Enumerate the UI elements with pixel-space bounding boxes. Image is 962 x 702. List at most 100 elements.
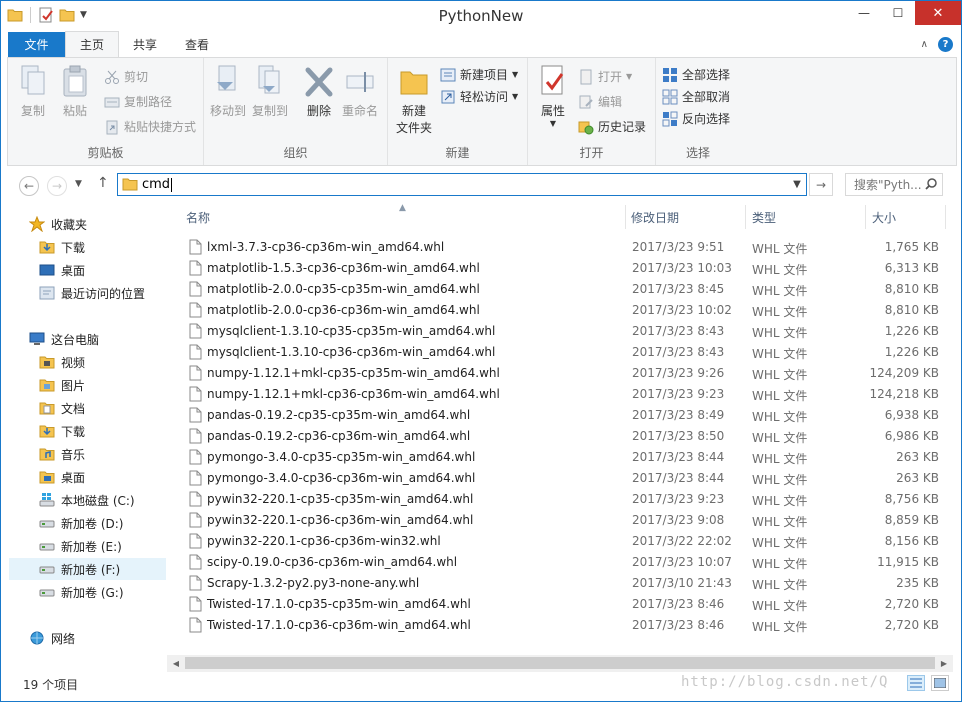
copy-path-button[interactable]: 复制路径 (104, 93, 172, 110)
file-name: matplotlib-1.5.3-cp36-cp36m-win_amd64.wh… (207, 261, 480, 275)
table-row[interactable]: pywin32-220.1-cp35-cp35m-win_amd64.whl 2… (167, 489, 953, 510)
folder-icon[interactable] (7, 8, 23, 22)
file-date: 2017/3/23 8:43 (632, 345, 725, 359)
column-divider[interactable] (945, 205, 946, 229)
table-row[interactable]: Scrapy-1.3.2-py2.py3-none-any.whl 2017/3… (167, 573, 953, 594)
properties-icon[interactable] (38, 7, 54, 23)
address-dropdown-icon[interactable]: ▼ (788, 174, 806, 195)
downloads-folder-icon (39, 425, 55, 438)
search-icon[interactable] (924, 177, 938, 191)
desktop-folder-icon (39, 471, 55, 484)
up-arrow-icon[interactable]: ↑ (97, 175, 109, 191)
copy-button[interactable]: 复制 (18, 64, 48, 119)
file-size: 6,986 KB (884, 429, 939, 443)
easy-access-button[interactable]: 轻松访问 ▼ (440, 88, 518, 105)
file-date: 2017/3/23 8:46 (632, 618, 725, 632)
move-to-button[interactable]: 移动到 (210, 64, 246, 119)
sort-ascending-icon: ▲ (399, 203, 406, 213)
item-count: 19 个项目 (23, 678, 79, 692)
table-row[interactable]: pymongo-3.4.0-cp35-cp35m-win_amd64.whl 2… (167, 447, 953, 468)
table-row[interactable]: pywin32-220.1-cp36-cp36m-win32.whl 2017/… (167, 531, 953, 552)
close-button[interactable]: ✕ (915, 1, 961, 25)
table-row[interactable]: matplotlib-1.5.3-cp36-cp36m-win_amd64.wh… (167, 258, 953, 279)
maximize-button[interactable]: ☐ (881, 1, 915, 25)
new-folder-button[interactable]: 新建 文件夹 (396, 64, 432, 136)
forward-button[interactable]: → (47, 176, 67, 196)
new-item-button[interactable]: 新建项目 ▼ (440, 66, 518, 83)
invert-selection-button[interactable]: 反向选择 (662, 110, 730, 127)
search-box[interactable]: 搜索"Pyth... (845, 173, 943, 196)
easy-access-icon (441, 90, 455, 103)
delete-button[interactable]: 删除 (304, 64, 334, 119)
table-row[interactable]: Twisted-17.1.0-cp36-cp36m-win_amd64.whl … (167, 615, 953, 636)
rename-icon (346, 72, 374, 92)
file-icon (189, 302, 202, 318)
column-divider[interactable] (625, 205, 626, 229)
recent-places-icon (39, 286, 55, 300)
address-input[interactable]: cmd (142, 177, 170, 192)
file-icon (189, 596, 202, 612)
file-size: 124,218 KB (869, 387, 939, 401)
large-icons-view-button[interactable] (931, 675, 949, 691)
table-row[interactable]: pymongo-3.4.0-cp36-cp36m-win_amd64.whl 2… (167, 468, 953, 489)
nav-this-pc[interactable]: 这台电脑 (29, 328, 186, 350)
table-row[interactable]: lxml-3.7.3-cp36-cp36m-win_amd64.whl 2017… (167, 237, 953, 258)
table-row[interactable]: matplotlib-2.0.0-cp35-cp35m-win_amd64.wh… (167, 279, 953, 300)
edit-button[interactable]: 编辑 (578, 93, 622, 110)
select-none-button[interactable]: 全部取消 (662, 88, 730, 105)
table-row[interactable]: scipy-0.19.0-cp36-cp36m-win_amd64.whl 20… (167, 552, 953, 573)
table-row[interactable]: numpy-1.12.1+mkl-cp36-cp36m-win_amd64.wh… (167, 384, 953, 405)
table-row[interactable]: pywin32-220.1-cp36-cp36m-win_amd64.whl 2… (167, 510, 953, 531)
column-divider[interactable] (865, 205, 866, 229)
tab-file[interactable]: 文件 (8, 32, 65, 57)
recent-locations-icon[interactable]: ▼ (75, 179, 82, 189)
new-folder-icon[interactable] (59, 8, 75, 22)
nav-network[interactable]: 网络 (29, 627, 186, 649)
nav-drive-f[interactable]: 新加卷 (F:) (9, 558, 166, 580)
tab-home[interactable]: 主页 (65, 31, 120, 57)
history-button[interactable]: 历史记录 (578, 118, 646, 135)
go-button[interactable]: → (809, 173, 833, 196)
properties-button[interactable]: 属性 ▼ (538, 64, 568, 128)
qat-dropdown-icon[interactable]: ▼ (80, 10, 87, 20)
tab-share[interactable]: 共享 (119, 32, 171, 57)
file-date: 2017/3/23 10:03 (632, 261, 732, 275)
table-row[interactable]: matplotlib-2.0.0-cp36-cp36m-win_amd64.wh… (167, 300, 953, 321)
help-icon[interactable]: ? (938, 37, 953, 52)
table-row[interactable]: numpy-1.12.1+mkl-cp35-cp35m-win_amd64.wh… (167, 363, 953, 384)
address-bar[interactable]: cmd ▼ (117, 173, 807, 196)
select-all-button[interactable]: 全部选择 (662, 66, 730, 83)
minimize-button[interactable]: — (847, 1, 881, 25)
table-row[interactable]: mysqlclient-1.3.10-cp35-cp35m-win_amd64.… (167, 321, 953, 342)
rename-button[interactable]: 重命名 (342, 64, 378, 119)
column-divider[interactable] (745, 205, 746, 229)
tab-view[interactable]: 查看 (171, 32, 223, 57)
nav-favorites[interactable]: 收藏夹 (29, 213, 186, 235)
scroll-left-icon[interactable]: ◀ (169, 657, 183, 669)
table-row[interactable]: mysqlclient-1.3.10-cp36-cp36m-win_amd64.… (167, 342, 953, 363)
details-view-button[interactable] (907, 675, 925, 691)
column-header-size[interactable]: 大小 (872, 205, 896, 229)
title-bar: ▼ PythonNew — ☐ ✕ (1, 1, 961, 32)
collapse-ribbon-icon[interactable]: ∧ (921, 39, 928, 50)
table-row[interactable]: pandas-0.19.2-cp35-cp35m-win_amd64.whl 2… (167, 405, 953, 426)
horizontal-scrollbar[interactable]: ◀ ▶ (167, 655, 953, 672)
column-header-type[interactable]: 类型 (752, 205, 776, 229)
cut-button[interactable]: 剪切 (104, 68, 148, 85)
copy-to-button[interactable]: 复制到 (252, 64, 288, 119)
file-list: ▲ 名称 修改日期 类型 大小 lxml-3.7.3-cp36-cp36m-wi… (167, 203, 953, 671)
open-button[interactable]: 打开 ▼ (578, 68, 632, 85)
column-header-date[interactable]: 修改日期 (631, 205, 679, 229)
scroll-right-icon[interactable]: ▶ (937, 657, 951, 669)
file-type: WHL 文件 (752, 305, 808, 319)
table-row[interactable]: pandas-0.19.2-cp36-cp36m-win_amd64.whl 2… (167, 426, 953, 447)
table-row[interactable]: Twisted-17.1.0-cp35-cp35m-win_amd64.whl … (167, 594, 953, 615)
paste-shortcut-button[interactable]: 粘贴快捷方式 (104, 118, 196, 135)
back-button[interactable]: ← (19, 176, 39, 196)
file-type: WHL 文件 (752, 515, 808, 529)
paste-button[interactable]: 粘贴 (60, 64, 90, 119)
edit-icon (579, 95, 593, 108)
select-group-label: 选择 (685, 146, 710, 160)
scrollbar-thumb[interactable] (185, 657, 935, 669)
column-header-name[interactable]: 名称 (186, 205, 210, 229)
